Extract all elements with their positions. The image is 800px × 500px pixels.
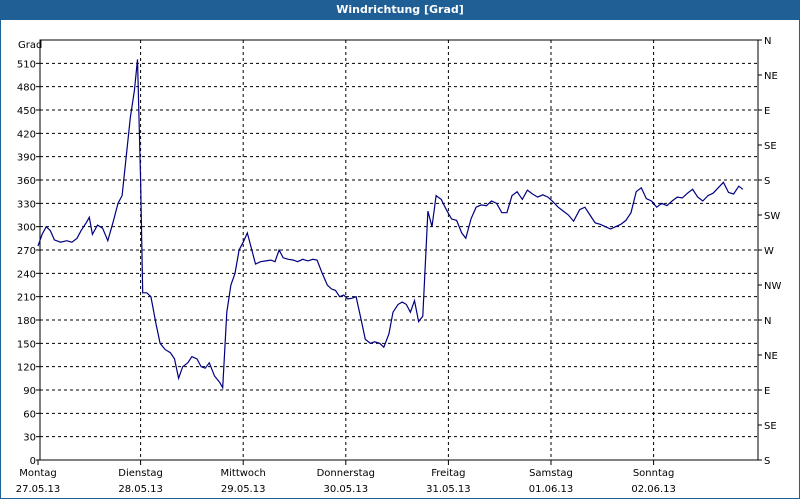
wind-direction-chart: Grad 0 30 60 90 120 150 180 210 240 270 300 330 360 3… — [16, 36, 782, 495]
y2-tick-label: S — [764, 176, 770, 187]
series-group — [37, 59, 744, 390]
y2-tick-label: N — [764, 316, 771, 327]
y-axis-right: S SE E NE N NW W SW S SE E NE N — [758, 36, 781, 467]
x-tick-date: 01.06.13 — [529, 484, 574, 495]
x-tick-date: 30.05.13 — [324, 484, 369, 495]
y2-tick-label: NE — [764, 71, 778, 82]
y2-tick-label: SE — [764, 141, 777, 152]
y2-tick-label: N — [764, 36, 771, 47]
y2-tick-label: NW — [764, 281, 781, 292]
y-tick-label: 150 — [17, 339, 36, 350]
y-tick-label: 270 — [17, 246, 36, 257]
plot-area — [39, 39, 759, 461]
plot-border — [39, 39, 759, 461]
y-tick-label: 90 — [23, 386, 36, 397]
grid-lines — [40, 40, 758, 460]
x-axis: Montag 27.05.13 Dienstag 28.05.13 Mittwoch 29… — [16, 460, 676, 495]
x-tick-day: Samstag — [529, 468, 573, 479]
y-tick-label: 30 — [23, 433, 36, 444]
y-axis-label: Grad — [18, 40, 42, 51]
y2-tick-label: E — [764, 106, 770, 117]
x-tick-date: 29.05.13 — [221, 484, 266, 495]
y-tick-label: 330 — [17, 199, 36, 210]
y-tick-label: 240 — [17, 269, 36, 280]
y2-tick-label: NE — [764, 351, 778, 362]
x-tick-day: Donnerstag — [317, 468, 375, 479]
y-axis-left: Grad 0 30 60 90 120 150 180 210 240 270 300 330 360 3… — [17, 40, 42, 467]
y-tick-label: 180 — [17, 316, 36, 327]
x-tick-day: Dienstag — [118, 468, 163, 479]
y-tick-label: 210 — [17, 293, 36, 304]
y-tick-label: 360 — [17, 176, 36, 187]
y-tick-label: 420 — [17, 129, 36, 140]
x-tick-date: 27.05.13 — [16, 484, 61, 495]
y-tick-label: 510 — [17, 59, 36, 70]
y-tick-label: 480 — [17, 83, 36, 94]
x-tick-day: Freitag — [431, 468, 465, 479]
y-tick-label: 390 — [17, 153, 36, 164]
y-tick-label: 60 — [23, 409, 36, 420]
y-tick-label: 300 — [17, 223, 36, 234]
y-tick-label: 450 — [17, 106, 36, 117]
y2-tick-label: E — [764, 386, 770, 397]
y2-tick-label: S — [764, 456, 770, 467]
y2-tick-label: SW — [764, 211, 780, 222]
x-tick-date: 02.06.13 — [631, 484, 676, 495]
x-tick-date: 31.05.13 — [426, 484, 471, 495]
x-tick-day: Montag — [19, 468, 56, 479]
y-tick-label: 120 — [17, 363, 36, 374]
y2-tick-label: W — [764, 246, 774, 257]
wind-direction-line — [37, 59, 744, 390]
y2-tick-label: SE — [764, 421, 777, 432]
x-tick-date: 28.05.13 — [118, 484, 163, 495]
x-tick-day: Mittwoch — [221, 468, 266, 479]
x-tick-day: Sonntag — [633, 468, 675, 479]
y-tick-label: 0 — [30, 456, 36, 467]
